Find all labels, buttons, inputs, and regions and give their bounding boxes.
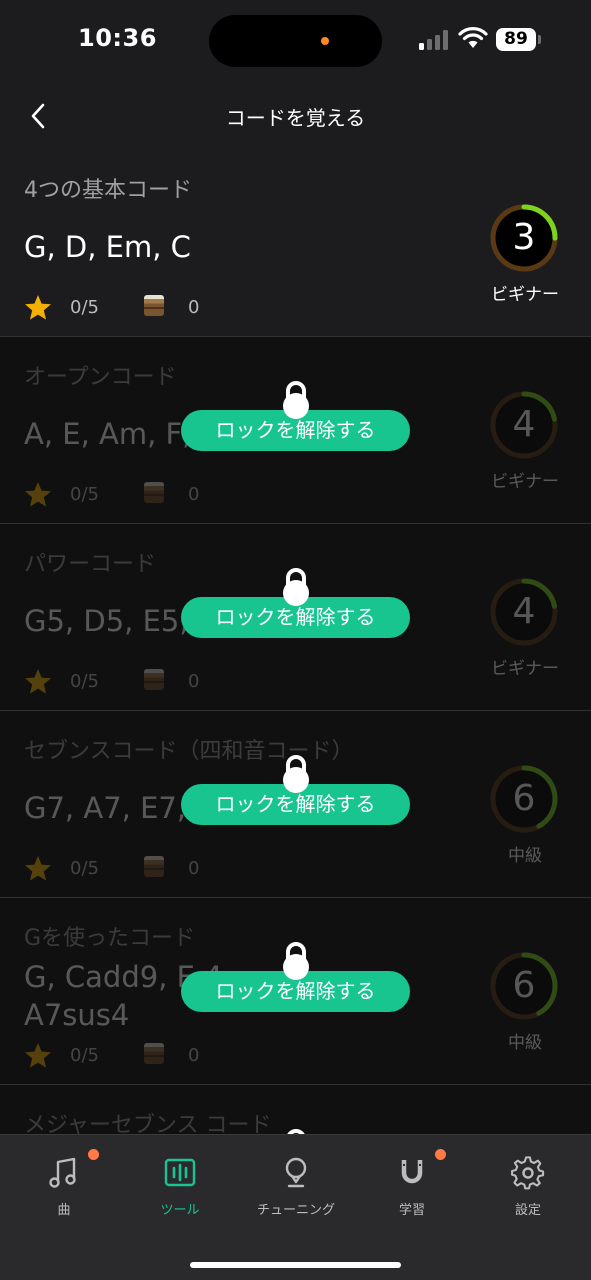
notification-badge — [435, 1149, 446, 1160]
tab-songs[interactable]: 曲 — [5, 1135, 123, 1231]
level-label: 中級 — [508, 846, 542, 866]
tuner-icon — [285, 1157, 307, 1188]
battery-cap — [538, 35, 541, 44]
status-bar: 10:36 89 — [0, 0, 591, 80]
music-note-icon — [49, 1157, 76, 1188]
level-label: 中級 — [508, 1033, 542, 1053]
page-title: コードを覚える — [225, 106, 366, 130]
battery-level: 89 — [496, 28, 536, 51]
level-number: 3 — [512, 217, 536, 258]
tab-label: 設定 — [514, 1203, 541, 1218]
treasure-chest-icon — [144, 1043, 164, 1064]
lock-icon — [283, 568, 309, 606]
dynamic-island — [209, 15, 382, 67]
level-number: 6 — [512, 965, 536, 1006]
chord-set-card-locked[interactable]: オープンコード A, E, Am, F, 0/5 0 4 ビギナー ロックを解除… — [0, 337, 591, 524]
level-label: ビギナー — [491, 659, 559, 679]
treasure-chest-icon — [144, 669, 164, 690]
tab-label: チューニング — [256, 1203, 335, 1218]
stars-count: 0/5 — [70, 858, 99, 879]
navigation-bar: コードを覚える — [0, 86, 591, 146]
star-icon — [25, 856, 51, 881]
tab-bar: 曲 ツール チューニング 学習 設定 — [0, 1134, 591, 1280]
tab-tools[interactable]: ツール — [121, 1135, 239, 1231]
chord-set-card-locked[interactable]: パワーコード G5, D5, E5, 0/5 0 4 ビギナー ロックを解除する — [0, 524, 591, 711]
stars-count: 0/5 — [70, 671, 99, 692]
star-icon — [25, 669, 51, 694]
chord-set-card-locked[interactable]: Gを使ったコード G, Cadd9, E 4 A7sus4 0/5 0 6 中級… — [0, 898, 591, 1085]
treasure-chest-icon — [144, 482, 164, 503]
treasure-chest-icon — [144, 295, 164, 316]
chest-count: 0 — [188, 484, 200, 505]
tab-label: 学習 — [398, 1203, 425, 1218]
tab-learning[interactable]: 学習 — [353, 1135, 471, 1231]
lock-icon — [283, 942, 309, 980]
privacy-indicator-dot — [321, 37, 329, 45]
chest-count: 0 — [188, 858, 200, 879]
chord-set-card-locked[interactable]: メジャーセブンス コード — [0, 1085, 591, 1134]
chord-set-category: メジャーセブンス コード — [24, 1113, 272, 1134]
magnet-icon — [401, 1160, 423, 1184]
chord-set-card-locked[interactable]: セブンスコード（四和音コード） G7, A7, E7, 0/5 0 6 中級 ロ… — [0, 711, 591, 898]
chest-count: 0 — [188, 1045, 200, 1066]
lock-icon — [283, 381, 309, 419]
gear-icon — [511, 1156, 545, 1190]
level-label: ビギナー — [491, 472, 559, 492]
star-icon — [25, 482, 51, 507]
status-time: 10:36 — [78, 24, 157, 52]
star-icon — [25, 1043, 51, 1068]
chord-set-category: Gを使ったコード — [24, 926, 196, 951]
level-label: ビギナー — [491, 285, 559, 305]
treasure-chest-icon — [144, 856, 164, 877]
chord-set-chords: G, D, Em, C — [24, 230, 191, 264]
tab-label: ツール — [160, 1203, 200, 1218]
stars-count: 0/5 — [70, 1045, 99, 1066]
tab-settings[interactable]: 設定 — [469, 1135, 587, 1231]
stars-count: 0/5 — [70, 297, 99, 318]
level-number: 4 — [512, 591, 536, 632]
chord-set-category: 4つの基本コード — [24, 178, 192, 203]
stars-count: 0/5 — [70, 484, 99, 505]
star-icon — [25, 295, 51, 320]
chord-set-card[interactable]: 4つの基本コード G, D, Em, C 0/5 0 3 ビギナー — [0, 150, 591, 337]
lock-icon — [283, 755, 309, 793]
cellular-signal-icon — [419, 30, 451, 50]
chest-count: 0 — [188, 297, 200, 318]
tab-label: 曲 — [57, 1203, 71, 1218]
home-indicator[interactable] — [190, 1262, 401, 1268]
lock-icon — [287, 1129, 305, 1134]
chest-count: 0 — [188, 671, 200, 692]
level-number: 4 — [512, 404, 536, 445]
tab-tuning[interactable]: チューニング — [237, 1135, 355, 1231]
tools-icon — [164, 1158, 196, 1187]
notification-badge — [88, 1149, 99, 1160]
chord-set-category: オープンコード — [24, 365, 177, 390]
wifi-icon — [458, 27, 488, 48]
level-number: 6 — [512, 778, 536, 819]
chord-set-list: 4つの基本コード G, D, Em, C 0/5 0 3 ビギナー オープンコー… — [0, 150, 591, 1134]
chord-set-category: パワーコード — [24, 552, 157, 577]
